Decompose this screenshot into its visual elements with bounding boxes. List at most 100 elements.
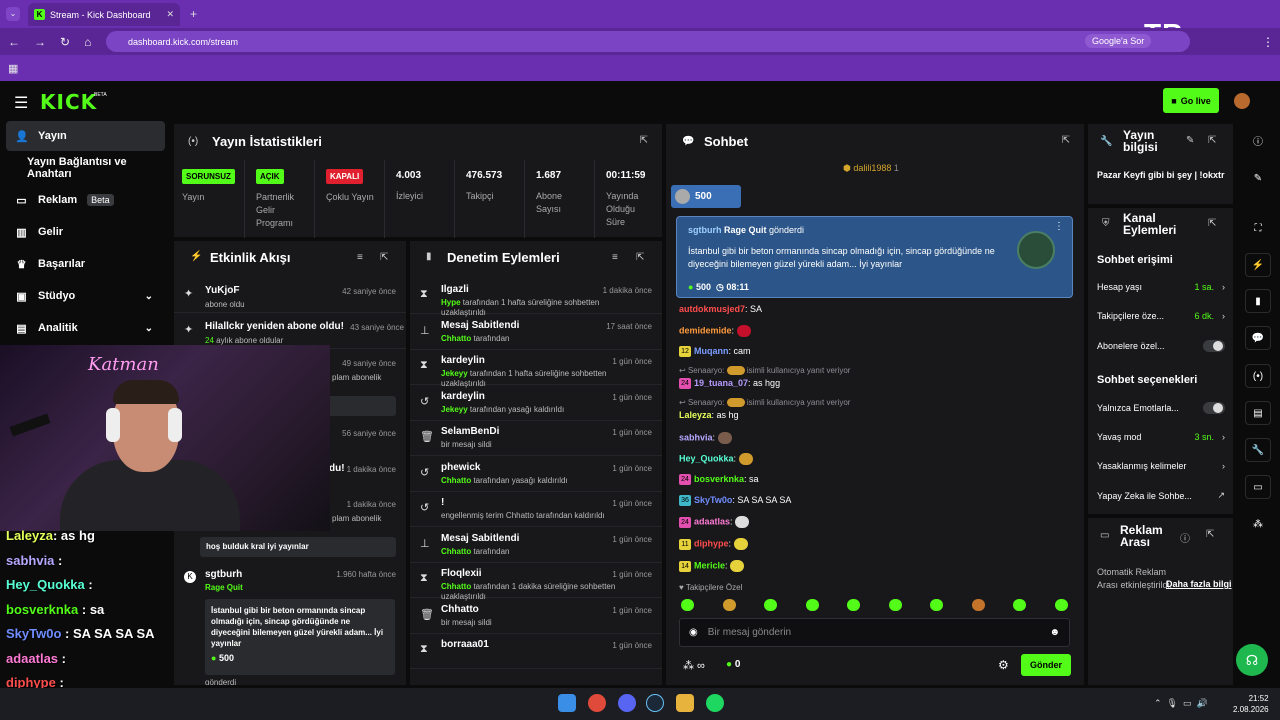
send-button[interactable]: Gönder — [1021, 654, 1071, 676]
wrench-icon[interactable]: 🔧 — [1245, 438, 1271, 462]
sidebar-item-basarilar[interactable]: ♛ Başarılar — [6, 249, 165, 279]
chat-username[interactable]: autdokmusjed7 — [679, 304, 745, 314]
browser-tab[interactable]: K Stream - Kick Dashboard ✕ — [28, 3, 180, 26]
chat-message[interactable]: 12 Muqann: cam — [679, 346, 751, 358]
quick-emote[interactable] — [764, 599, 777, 611]
chat-username[interactable]: sabhvia — [679, 432, 713, 442]
reload-icon[interactable]: ↻ — [60, 35, 70, 49]
new-tab-button[interactable]: + — [190, 7, 197, 21]
quick-emote[interactable] — [930, 599, 943, 611]
account-age-row[interactable]: Hesap yaşı 1 sa. › — [1097, 282, 1225, 292]
sidebar-item-analitik[interactable]: ▤ Analitik ⌄ — [6, 313, 165, 343]
info-icon[interactable]: ⓘ — [1180, 530, 1190, 545]
document-icon[interactable]: ▮ — [1245, 289, 1271, 313]
quick-emote[interactable] — [805, 599, 819, 611]
quick-emote[interactable] — [681, 599, 694, 611]
chat-username[interactable]: bosverknka — [694, 474, 744, 484]
browser-menu-icon[interactable]: ⋮ — [1262, 35, 1274, 49]
chat-username[interactable]: Muqann — [694, 346, 729, 356]
chat-username[interactable]: Mericle — [694, 560, 725, 570]
ai-chat-row[interactable]: Yapay Zeka ile Sohbe... ↗ — [1097, 490, 1225, 501]
focus-icon[interactable]: ⛶ — [1245, 216, 1271, 240]
support-headset-icon[interactable]: ☊ — [1236, 644, 1268, 676]
reply-toggle-icon[interactable]: ◉ — [689, 627, 698, 638]
chat-username[interactable]: Hey_Quokka — [679, 453, 734, 463]
quick-emote[interactable] — [722, 599, 736, 611]
popout-icon[interactable]: ⇱ — [1208, 135, 1216, 146]
start-icon[interactable] — [558, 694, 576, 712]
edit-icon[interactable]: ✎ — [1245, 166, 1271, 190]
chat-input[interactable]: ◉ Bir mesaj gönderin ☻ — [679, 618, 1070, 647]
back-icon[interactable]: ← — [8, 35, 20, 49]
chat-username[interactable]: SkyTw0o — [694, 495, 732, 505]
tab-list-button[interactable]: ⌄ — [6, 7, 20, 21]
chat-message[interactable]: 36 SkyTw0o: SA SA SA SA — [679, 495, 791, 507]
chat-message[interactable]: demidemide: — [679, 325, 751, 337]
quick-emote[interactable] — [888, 599, 902, 611]
kick-logo[interactable]: KICK — [40, 90, 97, 114]
popout-icon[interactable]: ⇱ — [1206, 529, 1214, 540]
save-icon[interactable]: ▤ — [1245, 401, 1271, 425]
popout-icon[interactable]: ⇱ — [1208, 218, 1216, 229]
emoji-icon[interactable]: ☻ — [1049, 627, 1060, 638]
connections-icon[interactable]: ⁂ ∞ — [683, 659, 705, 672]
settings-gear-icon[interactable]: ⚙ — [998, 658, 1009, 672]
quick-emote[interactable] — [1054, 599, 1068, 611]
home-icon[interactable]: ⌂ — [84, 35, 91, 49]
subs-only-toggle[interactable] — [1203, 340, 1225, 352]
chat-message[interactable]: 24 19_tuana_07: as hgg — [679, 378, 780, 390]
chat-message[interactable]: Laleyza: as hg — [679, 410, 739, 420]
chat-message[interactable]: autdokmusjed7: SA — [679, 304, 762, 314]
chat-message[interactable]: 24 bosverknka: sa — [679, 474, 759, 486]
discord-icon[interactable] — [618, 694, 636, 712]
chat-message[interactable]: 24 adaatlas: — [679, 516, 750, 528]
filter-icon[interactable]: ≡ — [357, 252, 363, 263]
google-ask-chip[interactable]: Google'a Sor — [1085, 34, 1152, 48]
chat-message[interactable]: 11 diphype: — [679, 538, 748, 550]
learn-more-link[interactable]: Daha fazla bilgi — [1166, 579, 1232, 589]
sidebar-item-gelir[interactable]: ▥ Gelir — [6, 217, 165, 247]
tab-close-icon[interactable]: ✕ — [166, 9, 174, 20]
popout-icon[interactable]: ⇱ — [1062, 135, 1070, 146]
sidebar-item-studyo[interactable]: ▣ Stüdyo ⌄ — [6, 281, 165, 311]
broadcast-icon[interactable]: (•) — [1245, 364, 1271, 388]
chat-username[interactable]: diphype — [694, 538, 729, 548]
user-avatar[interactable] — [1234, 93, 1250, 109]
popout-icon[interactable]: ⇱ — [640, 135, 648, 146]
spotify-icon[interactable] — [706, 694, 724, 712]
bolt-icon[interactable]: ⚡ — [1245, 253, 1271, 277]
url-input[interactable]: dashboard.kick.com/stream — [106, 31, 1190, 52]
followers-only-row[interactable]: Takipçilere öze... 6 dk. › — [1097, 311, 1225, 321]
explorer-icon[interactable] — [676, 694, 694, 712]
forward-icon[interactable]: → — [34, 35, 46, 49]
sidebar-item-stream-key[interactable]: Yayın Bağlantısı ve Anahtarı — [6, 153, 165, 183]
chat-username[interactable]: 19_tuana_07 — [694, 378, 748, 388]
chat-username[interactable]: demidemide — [679, 325, 732, 335]
chrome-icon[interactable] — [588, 694, 606, 712]
chat-message[interactable]: sabhvia: — [679, 432, 732, 444]
steam-icon[interactable] — [646, 694, 664, 712]
banned-words-row[interactable]: Yasaklanmış kelimeler › — [1097, 461, 1225, 471]
popout-icon[interactable]: ⇱ — [636, 252, 644, 263]
slow-mode-row[interactable]: Yavaş mod 3 sn. › — [1097, 432, 1225, 442]
quick-emote[interactable] — [971, 599, 985, 611]
chat-message[interactable]: 14 Mericle: — [679, 560, 745, 572]
kicks-pill[interactable]: 500 — [671, 185, 741, 208]
more-icon[interactable]: ⋮ — [1054, 221, 1064, 232]
go-live-button[interactable]: ■ Go live — [1163, 88, 1219, 113]
kicks-balance[interactable]: ● 0 — [726, 659, 740, 670]
sidebar-item-yayin[interactable]: 👤 Yayın — [6, 121, 165, 151]
quick-emote[interactable] — [847, 599, 860, 611]
chat-message[interactable]: Hey_Quokka: — [679, 453, 753, 465]
menu-icon[interactable]: ☰ — [14, 93, 28, 113]
tray-icons[interactable]: ⌃ 🎙 ▭ 🔊 — [1154, 698, 1208, 709]
chat-username[interactable]: adaatlas — [694, 516, 730, 526]
sidebar-item-reklam[interactable]: ▭ Reklam Beta — [6, 185, 165, 215]
emote-only-toggle[interactable] — [1203, 402, 1225, 414]
filter-icon[interactable]: ≡ — [612, 252, 618, 263]
apps-grid-icon[interactable]: ▦ — [8, 62, 18, 75]
quick-emote[interactable] — [1013, 599, 1026, 611]
popout-icon[interactable]: ⇱ — [380, 252, 388, 263]
chat-icon[interactable]: 💬 — [1245, 326, 1271, 350]
chat-username[interactable]: Laleyza — [679, 410, 712, 420]
